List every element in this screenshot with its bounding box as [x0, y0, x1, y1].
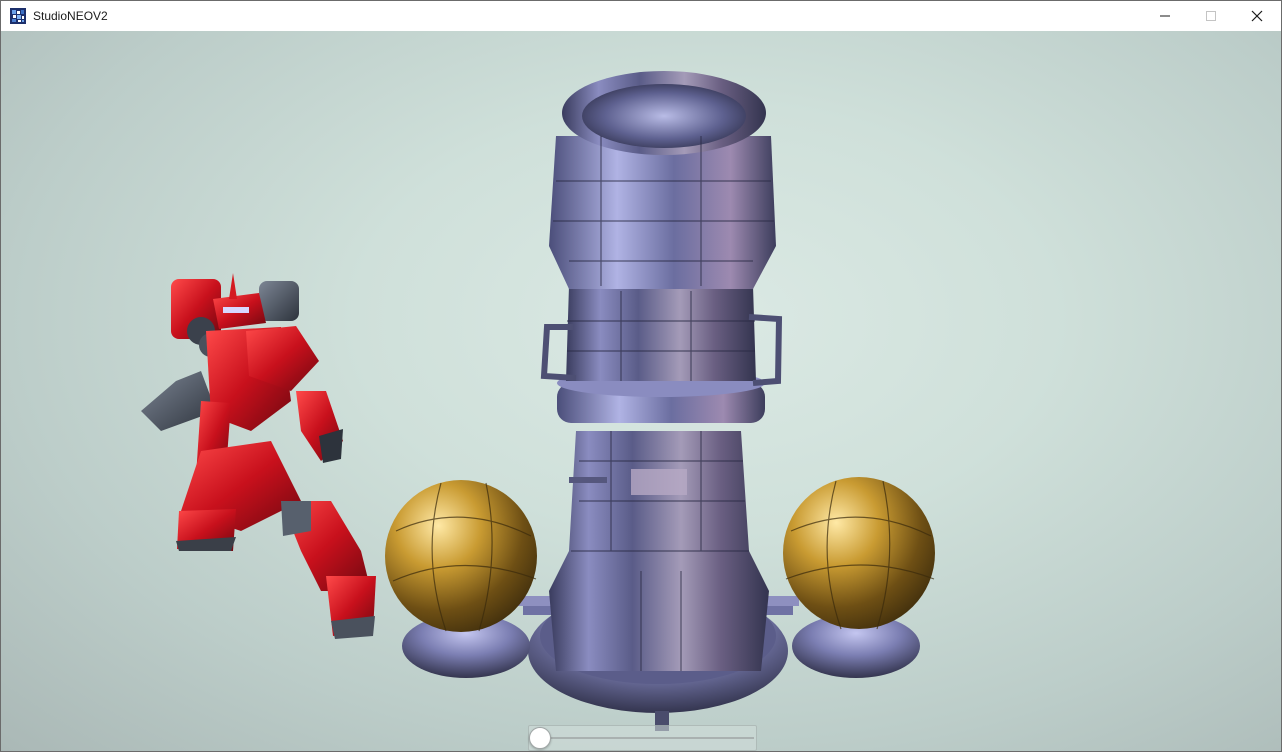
- scene-render: [141, 71, 935, 731]
- studio-app-icon: [10, 8, 26, 24]
- maximize-icon: [1206, 11, 1216, 21]
- app-window: StudioNEOV2: [0, 0, 1282, 752]
- 3d-viewport[interactable]: [1, 31, 1281, 751]
- timeline-slider[interactable]: [528, 725, 757, 751]
- minimize-button[interactable]: [1142, 1, 1188, 31]
- close-button[interactable]: [1234, 1, 1280, 31]
- title-bar[interactable]: StudioNEOV2: [1, 1, 1281, 31]
- slider-groove: [540, 737, 754, 739]
- slider-thumb[interactable]: [529, 727, 551, 749]
- window-title: StudioNEOV2: [33, 9, 108, 23]
- minimize-icon: [1160, 15, 1170, 17]
- close-icon: [1251, 10, 1263, 22]
- maximize-button[interactable]: [1188, 1, 1234, 31]
